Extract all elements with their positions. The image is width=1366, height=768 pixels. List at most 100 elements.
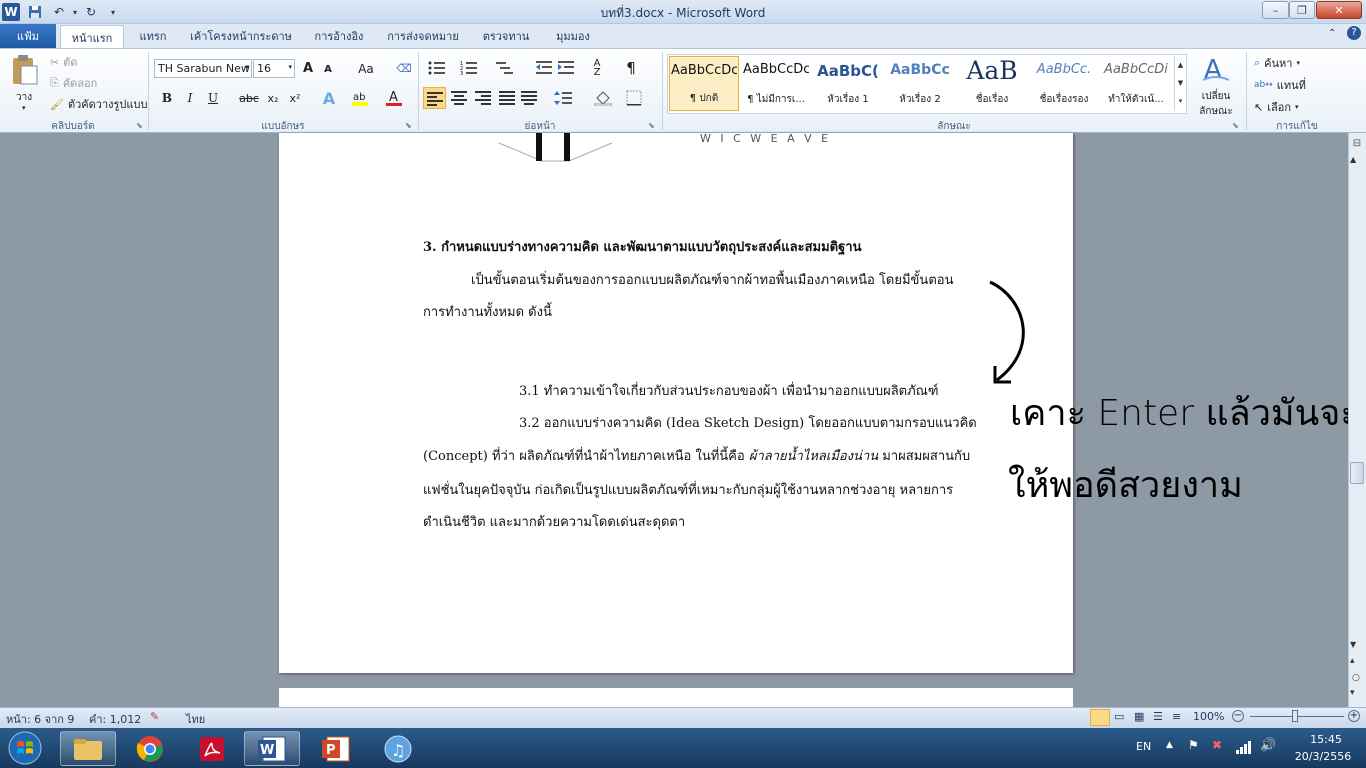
styles-launcher-icon[interactable]: ⬊ xyxy=(1232,121,1239,130)
taskbar-powerpoint[interactable]: P xyxy=(308,731,364,766)
ruler-toggle-icon[interactable]: ⊟ xyxy=(1350,138,1364,152)
action-center-icon[interactable]: ⚑ xyxy=(1188,738,1199,752)
maximize-button[interactable]: ❐ xyxy=(1289,1,1315,19)
copy-button[interactable]: ⎘ คัดลอก xyxy=(50,75,97,91)
styles-scroll[interactable]: ▲ ▼ ▾ xyxy=(1174,56,1186,111)
network-error-icon[interactable]: ✖ xyxy=(1212,738,1222,752)
tab-home[interactable]: หน้าแรก xyxy=(60,25,124,49)
tab-review[interactable]: ตรวจทาน xyxy=(474,24,538,48)
zoom-out-icon[interactable]: − xyxy=(1232,710,1244,722)
superscript-button[interactable]: x² xyxy=(285,88,305,108)
change-case-button[interactable]: Aa xyxy=(352,59,380,78)
zoom-in-icon[interactable]: + xyxy=(1348,710,1360,722)
shrink-font-button[interactable]: A xyxy=(319,61,337,78)
volume-icon[interactable]: 🔊 xyxy=(1260,738,1276,753)
scroll-down-icon[interactable]: ▼ xyxy=(1350,640,1356,649)
paste-button[interactable]: วาง ▾ xyxy=(8,52,42,112)
help-icon[interactable]: ? xyxy=(1347,26,1361,40)
taskbar-itunes[interactable]: ♫ xyxy=(370,731,426,766)
proofing-icon[interactable]: ✎ xyxy=(150,710,159,723)
signal-icon[interactable] xyxy=(1236,740,1252,754)
align-left-button[interactable] xyxy=(423,87,446,109)
tab-page-layout[interactable]: เค้าโครงหน้ากระดาษ xyxy=(184,24,298,48)
replace-button[interactable]: ab↔ แทนที่ xyxy=(1254,76,1306,94)
font-color-button[interactable]: A xyxy=(384,88,404,108)
multilevel-list-icon[interactable] xyxy=(496,60,514,76)
zoom-slider-thumb[interactable] xyxy=(1292,710,1298,722)
taskbar-word[interactable]: W xyxy=(244,731,300,766)
borders-icon[interactable] xyxy=(626,90,642,106)
show-formatting-button[interactable]: ¶ xyxy=(622,58,640,78)
font-size-combo[interactable]: 16 ▾ xyxy=(253,59,295,78)
tab-mailings[interactable]: การส่งจดหมาย xyxy=(380,24,466,48)
document-page[interactable] xyxy=(279,133,1073,673)
close-button[interactable]: ✕ xyxy=(1316,1,1362,19)
decrease-indent-icon[interactable] xyxy=(536,60,552,76)
align-right-icon[interactable] xyxy=(475,90,491,106)
style-subtitle[interactable]: AaBbCc. ชื่อเรื่องรอง xyxy=(1029,56,1099,111)
numbering-icon[interactable]: 123 xyxy=(460,60,478,76)
web-layout-icon[interactable]: ▦ xyxy=(1134,710,1144,723)
clock-date[interactable]: 20/3/2556 xyxy=(1290,750,1356,763)
paragraph-launcher-icon[interactable]: ⬊ xyxy=(648,121,655,130)
start-button[interactable] xyxy=(4,730,46,766)
show-hidden-icons-icon[interactable]: ▲ xyxy=(1166,740,1173,750)
cut-button[interactable]: ✂ ตัด xyxy=(50,54,78,70)
print-layout-icon[interactable] xyxy=(1090,709,1110,726)
minimize-ribbon-icon[interactable]: ⌃ xyxy=(1328,28,1336,39)
sort-icon[interactable]: AZ xyxy=(588,58,606,78)
tab-references[interactable]: การอ้างอิง xyxy=(306,24,372,48)
font-launcher-icon[interactable]: ⬊ xyxy=(405,121,412,130)
document-page-next[interactable] xyxy=(279,688,1073,708)
italic-button[interactable]: I xyxy=(181,88,199,108)
change-styles-button[interactable]: A เปลี่ยน ลักษณะ xyxy=(1194,52,1238,117)
line-spacing-icon[interactable] xyxy=(554,90,572,106)
bullets-icon[interactable] xyxy=(428,60,446,76)
vertical-scrollbar[interactable] xyxy=(1348,133,1366,707)
draft-icon[interactable]: ≡ xyxy=(1172,710,1181,723)
style-heading-1[interactable]: AaBbC(หัวเรื่อง 1 xyxy=(813,56,883,111)
tab-view[interactable]: มุมมอง xyxy=(546,24,600,48)
clipboard-launcher-icon[interactable]: ⬊ xyxy=(136,121,143,130)
subscript-button[interactable]: x₂ xyxy=(263,88,283,108)
shading-icon[interactable] xyxy=(594,90,612,106)
align-center-icon[interactable] xyxy=(451,90,467,106)
font-name-combo[interactable]: TH Sarabun New ▾ xyxy=(154,59,252,78)
taskbar-acrobat[interactable] xyxy=(184,731,240,766)
style-heading-2[interactable]: AaBbCc หัวเรื่อง 2 xyxy=(885,56,955,111)
bold-button[interactable]: B xyxy=(158,88,176,108)
style-subtle-emphasis[interactable]: AaBbCcDi ทำให้ตัวเน้... xyxy=(1101,56,1171,111)
tab-file[interactable]: แฟ้ม xyxy=(0,24,56,48)
word-count[interactable]: คำ: 1,012 xyxy=(89,710,141,728)
style-title[interactable]: AaB ชื่อเรื่อง xyxy=(957,56,1027,111)
full-screen-reading-icon[interactable]: ▭ xyxy=(1114,710,1124,723)
scroll-up-icon[interactable]: ▲ xyxy=(1350,155,1356,164)
language-indicator[interactable]: ไทย xyxy=(186,710,205,728)
next-page-icon[interactable]: ▾ xyxy=(1350,688,1355,698)
page-count[interactable]: หน้า: 6 จาก 9 xyxy=(6,710,74,728)
grow-font-button[interactable]: A xyxy=(299,59,317,78)
taskbar-explorer[interactable] xyxy=(60,731,116,766)
taskbar-chrome[interactable] xyxy=(122,731,178,766)
style-no-spacing[interactable]: AaBbCcDc ¶ ไม่มีการเ... xyxy=(741,56,811,111)
style-normal[interactable]: AaBbCcDc ¶ ปกติ xyxy=(669,56,739,111)
minimize-button[interactable]: – xyxy=(1262,1,1289,19)
distributed-icon[interactable] xyxy=(521,90,537,106)
previous-page-icon[interactable]: ▴ xyxy=(1350,656,1355,666)
zoom-level[interactable]: 100% xyxy=(1193,710,1224,723)
strikethrough-button[interactable]: abc xyxy=(238,88,260,108)
scrollbar-thumb[interactable] xyxy=(1350,462,1364,484)
justify-icon[interactable] xyxy=(499,90,515,106)
tab-insert[interactable]: แทรก xyxy=(130,24,176,48)
input-language[interactable]: EN xyxy=(1136,740,1151,753)
clock-time[interactable]: 15:45 xyxy=(1296,733,1356,746)
select-button[interactable]: ↖ เลือก ▾ xyxy=(1254,98,1299,116)
increase-indent-icon[interactable] xyxy=(558,60,574,76)
outline-icon[interactable]: ☰ xyxy=(1153,710,1163,723)
clear-format-icon[interactable]: ⌫ xyxy=(394,59,414,78)
text-effects-icon[interactable]: A xyxy=(318,88,340,108)
underline-button[interactable]: U xyxy=(204,88,222,108)
format-painter-button[interactable]: 🖌 ตัวคัดวางรูปแบบ xyxy=(50,96,147,112)
browse-object-icon[interactable]: ○ xyxy=(1352,673,1360,683)
find-button[interactable]: ⌕ ค้นหา ▾ xyxy=(1254,54,1300,72)
